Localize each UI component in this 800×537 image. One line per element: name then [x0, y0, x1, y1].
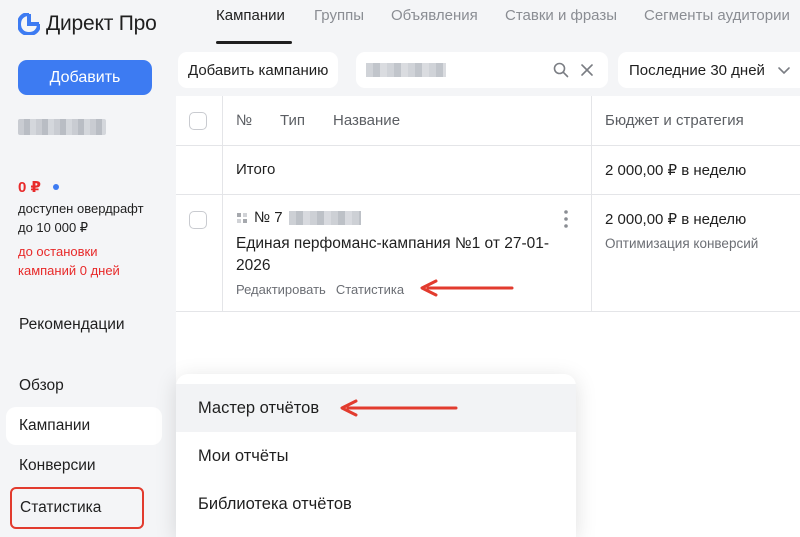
sidebar-item-statistics[interactable]: Статистика	[10, 487, 144, 529]
campaign-id: № 7	[236, 209, 361, 226]
table-divider	[176, 145, 800, 146]
search-input[interactable]	[356, 52, 608, 88]
user-login-blurred[interactable]	[18, 119, 106, 135]
campaign-actions: Редактировать Статистика	[236, 282, 404, 297]
balance-value: 0 ₽	[18, 179, 41, 196]
tab-campaigns[interactable]: Кампании	[216, 7, 285, 24]
header-budget-strategy[interactable]: Бюджет и стратегия	[605, 112, 744, 129]
campaign-id-prefix: № 7	[254, 209, 283, 226]
overdraft-note: доступен овердрафт до 10 000 ₽	[18, 201, 144, 235]
tabs-bar: Кампании Группы Объявления Ставки и фраз…	[176, 0, 800, 44]
tab-audience-segments[interactable]: Сегменты аудитории	[644, 7, 790, 24]
add-campaign-button[interactable]: Добавить кампанию	[178, 52, 339, 88]
total-label: Итого	[236, 161, 276, 178]
row-checkbox[interactable]	[189, 211, 207, 229]
total-budget: 2 000,00 ₽ в неделю	[605, 162, 747, 179]
header-name[interactable]: Название	[333, 112, 400, 129]
table-divider	[176, 311, 800, 312]
sidebar-item-overview[interactable]: Обзор	[6, 367, 162, 405]
period-label: Последние 30 дней	[629, 61, 765, 79]
close-icon[interactable]	[579, 62, 595, 78]
balance[interactable]: 0 ₽	[18, 178, 59, 196]
campaign-budget: 2 000,00 ₽ в неделю	[605, 211, 747, 228]
chevron-down-icon	[778, 67, 790, 75]
stop-note: до остановки кампаний 0 дней	[18, 244, 120, 278]
tab-bids[interactable]: Ставки и фразы	[505, 7, 617, 24]
column-divider	[591, 96, 592, 312]
column-divider	[222, 96, 223, 312]
campaign-status-icon	[237, 212, 247, 223]
more-menu-icon[interactable]	[564, 209, 568, 229]
sidebar: Директ Про Добавить 0 ₽ доступен овердра…	[0, 0, 176, 537]
menu-item-report-library[interactable]: Библиотека отчётов	[176, 480, 576, 528]
add-button[interactable]: Добавить	[18, 60, 152, 95]
search-icon[interactable]	[553, 62, 569, 78]
table-divider	[176, 194, 800, 195]
sidebar-item-campaigns[interactable]: Кампании	[6, 407, 162, 445]
campaign-name-link[interactable]: Единая перфоманс-кампания №1 от 27-01-20…	[236, 233, 564, 277]
select-all-checkbox[interactable]	[189, 112, 207, 130]
sidebar-item-conversions[interactable]: Конверсии	[6, 447, 162, 485]
yandex-direct-logo-icon	[18, 13, 40, 35]
balance-dot-icon	[52, 184, 59, 190]
annotation-arrow-icon	[420, 279, 514, 297]
filters-bar: Добавить кампанию Последние 30 дней	[176, 44, 800, 96]
sidebar-item-recommendations[interactable]: Рекомендации	[6, 306, 162, 344]
tab-ads[interactable]: Объявления	[391, 7, 478, 24]
search-value-blurred	[366, 63, 446, 77]
annotation-arrow-icon	[340, 399, 458, 417]
menu-item-my-reports[interactable]: Мои отчёты	[176, 432, 576, 480]
logo[interactable]: Директ Про	[18, 12, 157, 36]
app-title: Директ Про	[46, 12, 157, 35]
statistics-link[interactable]: Статистика	[336, 282, 404, 297]
header-number[interactable]: №	[236, 112, 252, 129]
campaign-id-blurred	[288, 210, 361, 225]
campaign-strategy: Оптимизация конверсий	[605, 236, 759, 251]
period-select[interactable]: Последние 30 дней	[618, 52, 800, 88]
edit-link[interactable]: Редактировать	[236, 282, 326, 297]
tab-groups[interactable]: Группы	[314, 7, 364, 24]
header-type[interactable]: Тип	[280, 112, 305, 129]
